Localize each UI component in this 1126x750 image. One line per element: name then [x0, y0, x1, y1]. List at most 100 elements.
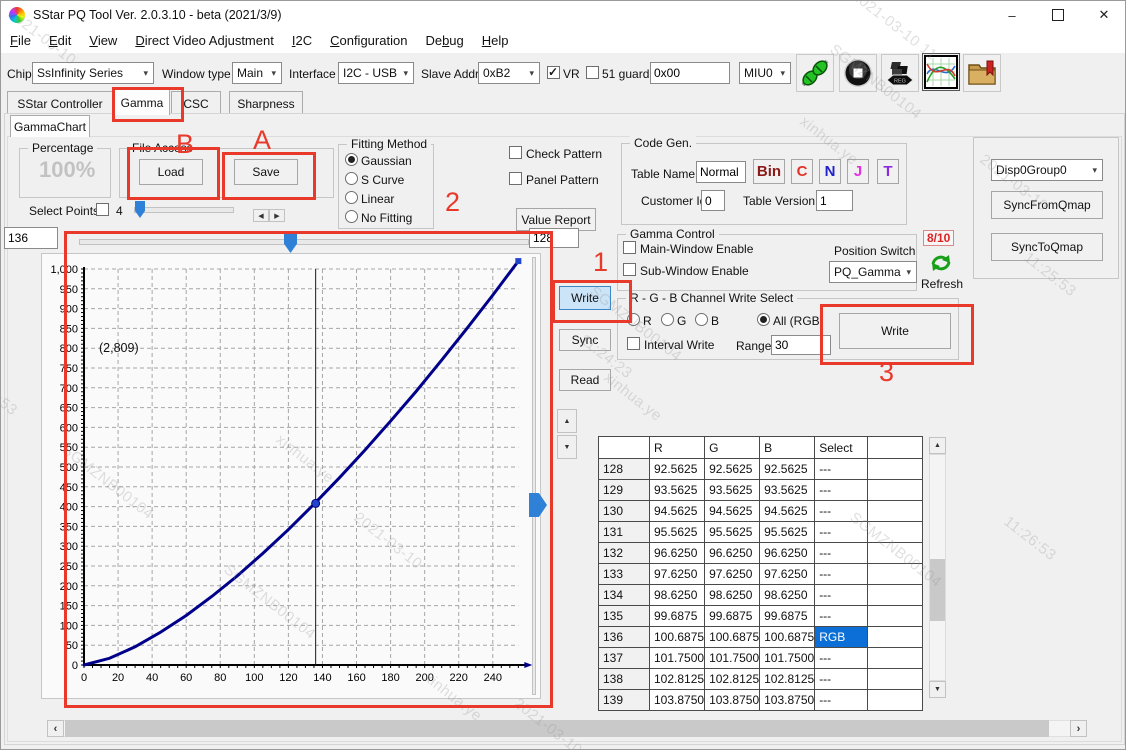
value-cell[interactable]: 97.6250 [705, 564, 760, 585]
select-points-checkbox[interactable] [96, 203, 109, 216]
tab-gammachart[interactable]: GammaChart [10, 115, 90, 137]
spinner-up-button[interactable]: ▲ [557, 409, 577, 433]
value-cell[interactable]: 97.6250 [760, 564, 815, 585]
value-cell[interactable]: 93.5625 [760, 480, 815, 501]
bottom-scrollbar-thumb[interactable] [65, 720, 1049, 737]
table-row[interactable]: 13094.562594.562594.5625--- [599, 501, 923, 522]
position-switch-select[interactable]: PQ_Gamma▾ [829, 261, 917, 283]
menu-item-direct-video-adjustment[interactable]: Direct Video Adjustment [126, 29, 283, 53]
value-cell[interactable]: 98.6250 [650, 585, 705, 606]
value-cell[interactable] [868, 690, 923, 711]
value-cell[interactable]: --- [815, 459, 868, 480]
value-cell[interactable]: 98.6250 [705, 585, 760, 606]
row-index-cell[interactable]: 131 [599, 522, 650, 543]
connect-button[interactable] [796, 54, 834, 92]
row-index-cell[interactable]: 134 [599, 585, 650, 606]
table-scrollbar-thumb[interactable] [930, 559, 945, 621]
scroll-right-button[interactable]: › [1070, 720, 1087, 737]
refresh-button[interactable] [929, 251, 953, 275]
menu-item-view[interactable]: View [80, 29, 126, 53]
table-name-input[interactable] [696, 161, 746, 183]
value-cell[interactable] [868, 585, 923, 606]
reg-button[interactable]: REG [881, 54, 919, 92]
value-cell[interactable]: RGB [815, 627, 868, 648]
close-button[interactable]: ✕ [1081, 1, 1126, 29]
value-cell[interactable]: 103.8750 [705, 690, 760, 711]
menu-item-file[interactable]: File [1, 29, 40, 53]
codegen-n-button[interactable]: N [819, 159, 841, 184]
value-cell[interactable] [868, 543, 923, 564]
channel-radio-all-rgb[interactable] [757, 313, 770, 326]
menu-item-configuration[interactable]: Configuration [321, 29, 416, 53]
value-cell[interactable]: 101.7500 [760, 648, 815, 669]
value-cell[interactable]: --- [815, 522, 868, 543]
value-cell[interactable]: 102.8125 [705, 669, 760, 690]
value-cell[interactable] [868, 522, 923, 543]
table-version-input[interactable] [816, 190, 853, 211]
table-row[interactable]: 13296.625096.625096.6250--- [599, 543, 923, 564]
value-cell[interactable]: 97.6250 [650, 564, 705, 585]
row-index-cell[interactable]: 130 [599, 501, 650, 522]
value-cell[interactable]: 94.5625 [650, 501, 705, 522]
table-row[interactable]: 138102.8125102.8125102.8125--- [599, 669, 923, 690]
guard-addr-input[interactable] [650, 62, 730, 84]
value-cell[interactable]: --- [815, 543, 868, 564]
value-cell[interactable]: 96.6250 [760, 543, 815, 564]
value-cell[interactable] [868, 606, 923, 627]
chart-left-value[interactable] [4, 227, 58, 249]
scroll-left-button[interactable]: ‹ [47, 720, 64, 737]
fitting-radio-gaussian[interactable] [345, 153, 358, 166]
channel-write-button[interactable]: Write [839, 313, 951, 349]
value-cell[interactable]: 102.8125 [650, 669, 705, 690]
load-button[interactable]: Load [139, 159, 203, 185]
value-cell[interactable] [868, 669, 923, 690]
curves-button[interactable] [922, 53, 960, 91]
points-right-arrow-button[interactable]: ▶ [269, 209, 285, 222]
channel-radio-b[interactable] [695, 313, 708, 326]
fitting-radio-linear[interactable] [345, 191, 358, 204]
value-cell[interactable]: 94.5625 [705, 501, 760, 522]
chip-select[interactable]: SsInfinity Series▾ [32, 62, 154, 84]
folder-button[interactable] [963, 54, 1001, 92]
value-cell[interactable]: 100.6875 [705, 627, 760, 648]
value-cell[interactable]: 100.6875 [650, 627, 705, 648]
menu-item-i2c[interactable]: I2C [283, 29, 321, 53]
panel-pattern-checkbox[interactable] [509, 172, 522, 185]
value-cell[interactable]: 93.5625 [650, 480, 705, 501]
gamma-table-grid[interactable]: RGBSelect12892.562592.562592.5625---1299… [598, 436, 923, 711]
window-type-select[interactable]: Main▾ [232, 62, 282, 84]
value-cell[interactable]: --- [815, 501, 868, 522]
row-index-cell[interactable]: 133 [599, 564, 650, 585]
menu-item-edit[interactable]: Edit [40, 29, 80, 53]
codegen-t-button[interactable]: T [877, 159, 899, 184]
value-cell[interactable]: 99.6875 [705, 606, 760, 627]
disp-group-select[interactable]: Disp0Group0▾ [991, 159, 1103, 181]
gamma-value-table[interactable]: RGBSelect12892.562592.562592.5625---1299… [598, 436, 923, 711]
spinner-down-button[interactable]: ▼ [557, 435, 577, 459]
tab-sstar-controller[interactable]: SStar Controller [7, 91, 113, 115]
value-cell[interactable]: 98.6250 [760, 585, 815, 606]
value-cell[interactable] [868, 501, 923, 522]
chart-right-slider-track[interactable] [532, 257, 536, 695]
value-cell[interactable]: 100.6875 [760, 627, 815, 648]
value-cell[interactable]: 96.6250 [650, 543, 705, 564]
value-cell[interactable]: 103.8750 [650, 690, 705, 711]
row-index-cell[interactable]: 135 [599, 606, 650, 627]
range-input[interactable] [771, 335, 831, 355]
codegen-bin-button[interactable]: Bin [753, 159, 785, 184]
value-cell[interactable]: 95.5625 [760, 522, 815, 543]
minimize-button[interactable]: – [989, 1, 1035, 29]
customer-id-input[interactable] [701, 190, 725, 211]
row-index-cell[interactable]: 129 [599, 480, 650, 501]
sync-to-qmap-button[interactable]: SyncToQmap [991, 233, 1103, 261]
value-cell[interactable]: --- [815, 585, 868, 606]
value-cell[interactable] [868, 459, 923, 480]
tab-csc[interactable]: CSC [171, 91, 221, 115]
value-cell[interactable]: 103.8750 [760, 690, 815, 711]
row-index-cell[interactable]: 128 [599, 459, 650, 480]
row-index-cell[interactable]: 136 [599, 627, 650, 648]
value-cell[interactable]: 99.6875 [650, 606, 705, 627]
table-row[interactable]: 13195.562595.562595.5625--- [599, 522, 923, 543]
write-button[interactable]: Write [559, 286, 611, 310]
stop-button[interactable] [839, 54, 877, 92]
